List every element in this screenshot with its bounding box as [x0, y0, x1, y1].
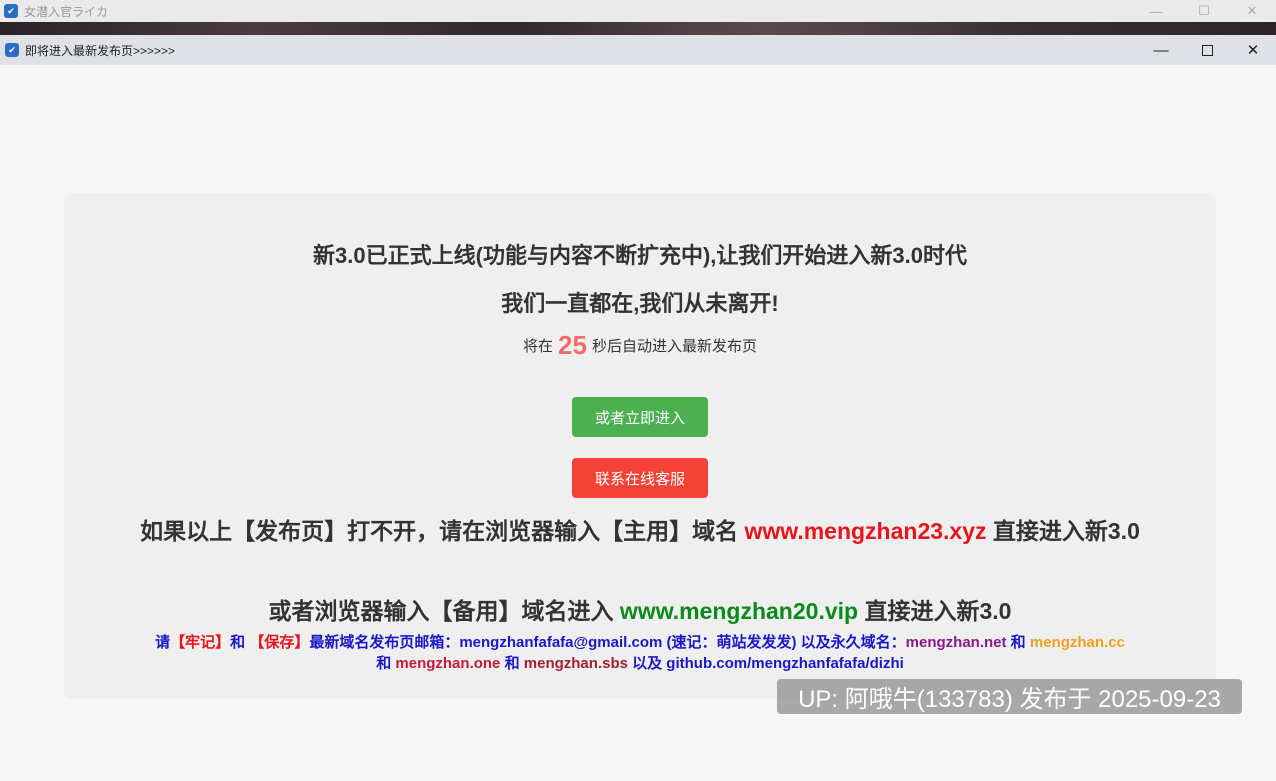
close-icon[interactable]: ✕ [1230, 35, 1276, 65]
domain-cc-link[interactable]: mengzhan.cc [1030, 634, 1125, 651]
backup-domain-text: 或者浏览器输入【备用】域名进入 www.mengzhan20.vip 直接进入新… [0, 592, 1276, 626]
main-window-controls: — ✕ [1138, 35, 1276, 65]
main-window-title: 即将进入最新发布页>>>>>> [25, 43, 176, 58]
headline-always-here: 我们一直都在,我们从未离开! [501, 291, 779, 316]
minimize-icon[interactable]: — [1132, 0, 1180, 22]
info-save: 【保存】 [249, 634, 310, 651]
background-window-titlebar: ✔ 女潜入官ライカ — ☐ ✕ [0, 0, 1276, 22]
domain-net-link[interactable]: mengzhan.net [906, 634, 1007, 651]
countdown-suffix: 秒后自动进入最新发布页 [591, 338, 757, 355]
info-and: 和 [230, 634, 246, 651]
background-window-title: 女潜入官ライカ [24, 4, 109, 19]
main-window-titlebar: ✔ 即将进入最新发布页>>>>>> — ✕ [0, 35, 1276, 65]
info-email-and-permanent: 最新域名发布页邮箱：mengzhanfafafa@gmail.com (速记：萌… [309, 634, 906, 651]
enter-now-button[interactable]: 或者立即进入 [572, 397, 708, 437]
maximize-button[interactable] [1184, 35, 1230, 65]
info-github: 以及 github.com/mengzhanfafafa/dizhi [632, 655, 904, 672]
maximize-icon[interactable]: ☐ [1180, 0, 1228, 22]
app-icon: ✔ [5, 43, 19, 57]
countdown-seconds: 25 [558, 330, 587, 360]
main-domain-text: 如果以上【发布页】打不开，请在浏览器输入【主用】域名 www.mengzhan2… [130, 517, 1150, 546]
countdown-text: 将在 25 秒后自动进入最新发布页 [0, 330, 1276, 361]
background-window-image-strip [0, 22, 1276, 35]
main-domain-prefix: 如果以上【发布页】打不开，请在浏览器输入【主用】域名 [140, 518, 739, 544]
main-domain-link[interactable]: www.mengzhan23.xyz [745, 518, 987, 544]
domain-info-text: 请【牢记】和 【保存】最新域名发布页邮箱：mengzhanfafafa@gmai… [150, 632, 1130, 674]
info-please: 请 [155, 634, 171, 651]
info-and: 和 [504, 655, 520, 672]
main-domain-suffix: 直接进入新3.0 [992, 518, 1140, 544]
backup-domain-prefix: 或者浏览器输入【备用】域名进入 [268, 598, 614, 624]
close-icon[interactable]: ✕ [1228, 0, 1276, 22]
domain-sbs-link[interactable]: mengzhan.sbs [524, 655, 628, 672]
domain-one-link[interactable]: mengzhan.one [395, 655, 500, 672]
backup-domain-suffix: 直接进入新3.0 [864, 598, 1012, 624]
minimize-icon[interactable]: — [1138, 35, 1184, 65]
background-window-controls: — ☐ ✕ [1132, 0, 1276, 22]
backup-domain-link[interactable]: www.mengzhan20.vip [620, 598, 858, 624]
info-and: 和 [376, 655, 392, 672]
app-icon: ✔ [4, 4, 18, 18]
headline-launch: 新3.0已正式上线(功能与内容不断扩充中),让我们开始进入新3.0时代 [313, 243, 967, 268]
info-remember: 【牢记】 [170, 634, 231, 651]
maximize-icon [1201, 44, 1213, 56]
info-and: 和 [1010, 634, 1026, 651]
countdown-prefix: 将在 [523, 338, 554, 355]
uploader-watermark: UP: 阿哦牛(133783) 发布于 2025-09-23 [777, 679, 1242, 714]
customer-service-button[interactable]: 联系在线客服 [572, 458, 708, 498]
